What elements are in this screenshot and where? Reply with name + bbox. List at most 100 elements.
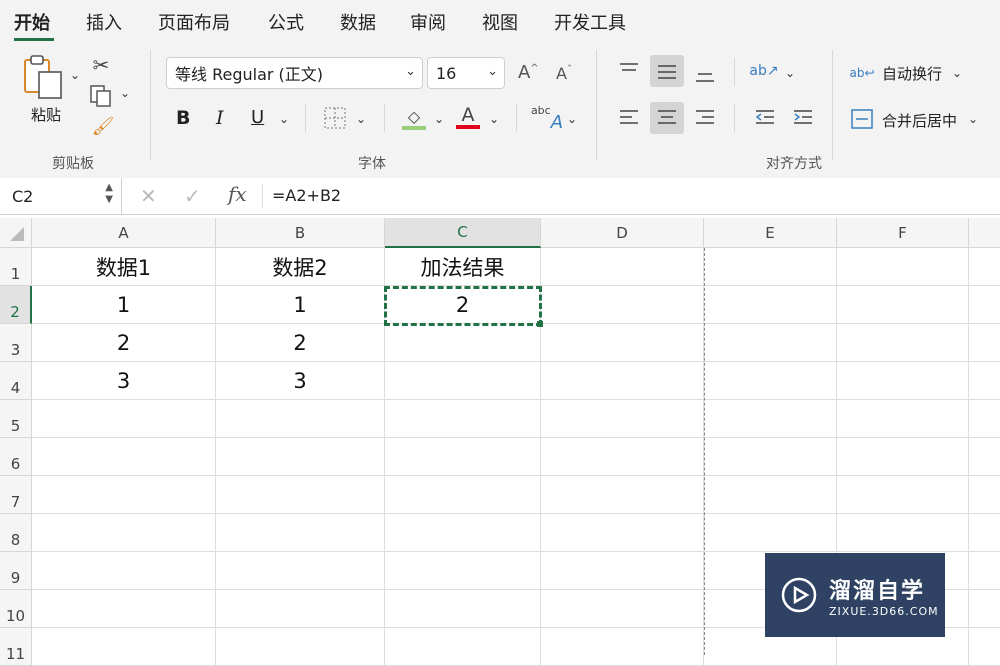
tab-view[interactable]: 视图 [482,9,518,35]
cancel-icon[interactable]: ✕ [140,184,157,208]
phonetic-guide-icon[interactable]: abc A [530,104,564,134]
tab-review[interactable]: 审阅 [410,9,446,35]
wrap-text-button[interactable]: 自动换行 [882,63,942,84]
cell-a7[interactable] [32,476,216,514]
decrease-indent-icon[interactable] [752,106,778,130]
format-painter-icon[interactable]: 🖌 [90,114,116,138]
column-header-e[interactable]: E [704,218,837,248]
cell-b2[interactable]: 1 [216,286,385,324]
cell-d8[interactable] [541,514,704,552]
fill-color-icon[interactable]: ◇ [400,104,428,132]
tab-insert[interactable]: 插入 [86,9,122,35]
insert-function-button[interactable]: fx [228,182,247,206]
cell-e2[interactable] [704,286,837,324]
cell-f5[interactable] [837,400,969,438]
paste-label[interactable]: 粘贴 [31,104,61,125]
underline-chevron-down-icon[interactable]: ⌄ [279,112,289,126]
cell-a5[interactable] [32,400,216,438]
cell-c6[interactable] [385,438,541,476]
align-left-icon[interactable] [616,106,642,130]
cell-d4[interactable] [541,362,704,400]
font-size-select[interactable]: 16 ⌄ [427,57,505,89]
cell-d5[interactable] [541,400,704,438]
paste-chevron-down-icon[interactable]: ⌄ [70,68,80,82]
align-center-icon[interactable] [654,106,680,130]
cell-e3[interactable] [704,324,837,362]
row-header-9[interactable]: 9 [0,552,32,590]
enter-icon[interactable]: ✓ [184,184,201,208]
increase-font-size-button[interactable]: A^ [518,62,539,83]
cell-c11[interactable] [385,628,541,666]
cell-c5[interactable] [385,400,541,438]
underline-button[interactable]: U [251,107,264,128]
cell-d7[interactable] [541,476,704,514]
merge-center-button[interactable]: 合并后居中 [882,110,957,131]
decrease-font-size-button[interactable]: Aˇ [556,64,572,83]
borders-icon[interactable] [322,106,348,130]
cell-e7[interactable] [704,476,837,514]
font-color-icon[interactable]: A [454,102,482,132]
cell-a6[interactable] [32,438,216,476]
cell-e6[interactable] [704,438,837,476]
tab-home[interactable]: 开始 [14,9,50,35]
align-bottom-icon[interactable] [692,62,718,86]
tab-page-layout[interactable]: 页面布局 [158,9,230,35]
cell-b8[interactable] [216,514,385,552]
column-header-a[interactable]: A [32,218,216,248]
cell-c1[interactable]: 加法结果 [385,248,541,286]
wrap-text-icon[interactable]: ab↩ [849,60,874,86]
cell-e4[interactable] [704,362,837,400]
increase-indent-icon[interactable] [790,106,816,130]
tab-data[interactable]: 数据 [340,9,376,35]
cell-a1[interactable]: 数据1 [32,248,216,286]
row-header-8[interactable]: 8 [0,514,32,552]
row-header-7[interactable]: 7 [0,476,32,514]
row-header-11[interactable]: 11 [0,628,32,666]
cell-a8[interactable] [32,514,216,552]
cell-a2[interactable]: 1 [32,286,216,324]
cell-a4[interactable]: 3 [32,362,216,400]
cell-b5[interactable] [216,400,385,438]
cell-b9[interactable] [216,552,385,590]
select-all-corner[interactable] [0,218,32,248]
merge-center-chevron-down-icon[interactable]: ⌄ [968,112,978,126]
paste-icon[interactable] [20,54,66,100]
cell-f4[interactable] [837,362,969,400]
cell-f1[interactable] [837,248,969,286]
cell-e1[interactable] [704,248,837,286]
cell-b3[interactable]: 2 [216,324,385,362]
stepper-icon[interactable]: ▲ ▼ [105,182,113,206]
borders-chevron-down-icon[interactable]: ⌄ [356,112,366,126]
row-header-2[interactable]: 2 [0,286,32,324]
cell-a11[interactable] [32,628,216,666]
column-header-f[interactable]: F [837,218,969,248]
align-middle-icon[interactable] [654,60,680,84]
align-top-icon[interactable] [616,58,642,82]
cell-a9[interactable] [32,552,216,590]
cell-f6[interactable] [837,438,969,476]
column-header-d[interactable]: D [541,218,704,248]
formula-input[interactable]: =A2+B2 [272,186,341,205]
column-header-c[interactable]: C [385,218,541,248]
bold-button[interactable]: B [176,107,190,129]
tab-developer[interactable]: 开发工具 [554,9,626,35]
cell-e5[interactable] [704,400,837,438]
cell-a10[interactable] [32,590,216,628]
cell-d11[interactable] [541,628,704,666]
cell-b7[interactable] [216,476,385,514]
cell-d1[interactable] [541,248,704,286]
row-header-4[interactable]: 4 [0,362,32,400]
tab-formulas[interactable]: 公式 [268,9,304,35]
cell-f3[interactable] [837,324,969,362]
cell-c7[interactable] [385,476,541,514]
font-color-chevron-down-icon[interactable]: ⌄ [489,112,499,126]
row-header-10[interactable]: 10 [0,590,32,628]
cell-d2[interactable] [541,286,704,324]
merge-center-icon[interactable] [850,107,874,131]
cell-d3[interactable] [541,324,704,362]
cell-b1[interactable]: 数据2 [216,248,385,286]
name-box[interactable]: C2 ▲ ▼ [0,178,122,214]
font-name-select[interactable]: 等线 Regular (正文) ⌄ [166,57,423,89]
row-header-5[interactable]: 5 [0,400,32,438]
cell-e8[interactable] [704,514,837,552]
